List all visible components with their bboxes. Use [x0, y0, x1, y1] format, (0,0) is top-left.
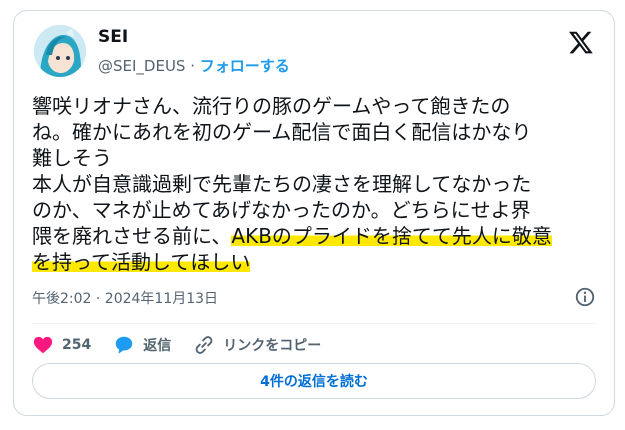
highlighted-text: を持って活動してほしい [32, 250, 251, 274]
read-replies-button[interactable]: 4件の返信を読む [32, 363, 596, 399]
divider [32, 323, 596, 324]
follow-button[interactable]: フォローする [200, 57, 290, 75]
tweet-text-segment: 隈を廃れさせる前に、 [32, 224, 232, 248]
copy-link-button[interactable]: リンクをコピー [193, 334, 321, 356]
tweet-text-line: 響咲リオナさん、流行りの豚のゲームやって飽きたの [32, 94, 511, 118]
copy-link-label: リンクをコピー [223, 338, 322, 354]
reply-label: 返信 [143, 338, 172, 354]
heart-icon [33, 336, 53, 354]
tweet-text-line: 難しそう [32, 146, 112, 170]
reply-bubble-icon [115, 336, 133, 354]
tweet-text-line: 本人が自意識過剰で先輩たちの凄さを理解してなかった [32, 172, 532, 196]
avatar-image [34, 25, 86, 77]
tweet-timestamp[interactable]: 午後2:02 · 2024年11月13日 [32, 288, 218, 308]
author-handle-row: @SEI_DEUS · フォローする [98, 55, 290, 76]
tweet-text-line: のか、マネが止めてあげなかったのか。どちらにせよ界 [32, 198, 531, 222]
author-name[interactable]: SEI [98, 27, 128, 47]
like-button[interactable]: 254 [32, 334, 91, 356]
reply-button[interactable]: 返信 [113, 334, 171, 356]
handle-separator: · [185, 57, 200, 75]
link-icon [195, 336, 213, 354]
avatar[interactable] [34, 25, 86, 77]
tweet-text: 響咲リオナさん、流行りの豚のゲームやって飽きたの ね。確かにあれを初のゲーム配信… [32, 93, 602, 275]
author-handle[interactable]: @SEI_DEUS [98, 57, 185, 75]
tweet-text-line: 隈を廃れさせる前に、AKBのプライドを捨てて先人に敬意 [32, 223, 602, 249]
tweet-card: SEI @SEI_DEUS · フォローする 響咲リオナさん、流行りの豚のゲーム… [13, 10, 615, 416]
like-count: 254 [62, 337, 92, 353]
tweet-text-line: を持って活動してほしい [32, 249, 602, 275]
tweet-actions: 254 返信 リンクをコピー [32, 333, 343, 357]
x-logo-icon[interactable] [568, 29, 594, 55]
highlighted-text: AKBのプライドを捨てて先人に敬意 [231, 224, 552, 248]
tweet-text-line: ね。確かにあれを初のゲーム配信で面白く配信はかなり [32, 120, 532, 144]
info-icon[interactable] [574, 286, 596, 308]
